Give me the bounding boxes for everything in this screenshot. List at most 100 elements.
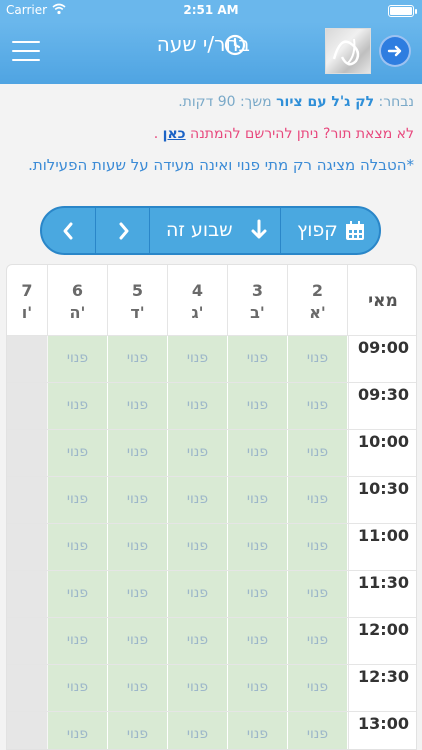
free-slot[interactable]: פנוי <box>48 383 108 430</box>
time-label: 11:30 <box>348 571 416 618</box>
time-label: 10:30 <box>348 477 416 524</box>
time-row: פנוי פנוי פנוי פנוי פנוי 11:30 <box>7 570 416 618</box>
time-row: פנוי פנוי פנוי פנוי פנוי 09:30 <box>7 382 416 430</box>
free-slot[interactable]: פנוי <box>288 477 348 524</box>
free-slot[interactable]: פנוי <box>48 571 108 618</box>
day-name: ה' <box>69 303 86 322</box>
unavailable-cell <box>7 665 48 712</box>
free-slot[interactable]: פנוי <box>288 524 348 571</box>
menu-icon[interactable] <box>12 41 40 63</box>
time-row: פנוי פנוי פנוי פנוי פנוי 10:00 <box>7 429 416 477</box>
free-slot[interactable]: פנוי <box>168 712 228 749</box>
free-slot[interactable]: פנוי <box>288 571 348 618</box>
waitlist-end: . <box>153 126 163 142</box>
day-number: 7 <box>21 281 33 300</box>
free-slot[interactable]: פנוי <box>108 524 168 571</box>
time-label: 13:00 <box>348 712 416 749</box>
previous-week-button[interactable] <box>42 208 95 253</box>
time-row: פנוי פנוי פנוי פנוי פנוי 11:00 <box>7 523 416 571</box>
unavailable-cell <box>7 618 48 665</box>
free-slot[interactable]: פנוי <box>168 383 228 430</box>
time-label: 12:00 <box>348 618 416 665</box>
free-slot[interactable]: פנוי <box>48 618 108 665</box>
free-slot[interactable]: פנוי <box>168 430 228 477</box>
free-slot[interactable]: פנוי <box>228 430 288 477</box>
arrow-down-icon <box>251 219 267 239</box>
day-number: 3 <box>251 281 264 300</box>
free-slot[interactable]: פנוי <box>168 571 228 618</box>
time-label: 09:30 <box>348 383 416 430</box>
free-slot[interactable]: פנוי <box>288 665 348 712</box>
free-slot[interactable]: פנוי <box>228 383 288 430</box>
free-slot[interactable]: פנוי <box>168 524 228 571</box>
free-slot[interactable]: פנוי <box>108 336 168 383</box>
day-name: ד' <box>130 303 145 322</box>
time-row: פנוי פנוי פנוי פנוי פנוי 12:30 <box>7 664 416 712</box>
this-week-button[interactable]: שבוע זה <box>149 208 280 253</box>
free-slot[interactable]: פנוי <box>288 712 348 749</box>
column-header-day-7: 7 ו' <box>7 265 48 335</box>
free-slot[interactable]: פנוי <box>228 524 288 571</box>
waitlist-text: לא מצאת תור? ניתן להירשם להמתנה <box>185 126 414 142</box>
free-slot[interactable]: פנוי <box>108 383 168 430</box>
free-slot[interactable]: פנוי <box>228 336 288 383</box>
unavailable-cell <box>7 571 48 618</box>
column-header-day-2: 2 א' <box>288 265 348 335</box>
free-slot[interactable]: פנוי <box>48 665 108 712</box>
free-slot[interactable]: פנוי <box>168 477 228 524</box>
free-slot[interactable]: פנוי <box>108 618 168 665</box>
time-label: 12:30 <box>348 665 416 712</box>
time-label: 10:00 <box>348 430 416 477</box>
free-slot[interactable]: פנוי <box>288 430 348 477</box>
chevron-left-icon <box>63 222 73 240</box>
free-slot[interactable]: פנוי <box>48 712 108 749</box>
business-logo-image <box>325 28 371 74</box>
duration-text: משך: 90 דקות. <box>178 94 277 110</box>
free-slot[interactable]: פנוי <box>108 430 168 477</box>
selected-prefix: נבחר: <box>374 94 414 110</box>
free-slot[interactable]: פנוי <box>228 665 288 712</box>
battery-icon <box>388 5 417 17</box>
time-label: 11:00 <box>348 524 416 571</box>
forward-arrow-button[interactable] <box>379 35 411 67</box>
free-slot[interactable]: פנוי <box>288 336 348 383</box>
next-week-button[interactable] <box>95 208 149 253</box>
column-header-day-4: 4 ג' <box>168 265 228 335</box>
free-slot[interactable]: פנוי <box>168 336 228 383</box>
unavailable-cell <box>7 336 48 383</box>
free-slot[interactable]: פנוי <box>288 383 348 430</box>
status-bar: Carrier 2:51 AM <box>0 0 422 22</box>
waitlist-link[interactable]: כאן <box>163 126 186 142</box>
free-slot[interactable]: פנוי <box>108 477 168 524</box>
free-slot[interactable]: פנוי <box>168 665 228 712</box>
month-header: מאי <box>348 265 416 335</box>
free-slot[interactable]: פנוי <box>228 712 288 749</box>
free-slot[interactable]: פנוי <box>48 430 108 477</box>
free-slot[interactable]: פנוי <box>228 571 288 618</box>
free-slot[interactable]: פנוי <box>108 665 168 712</box>
day-number: 6 <box>71 281 84 300</box>
day-name: ג' <box>191 303 204 322</box>
free-slot[interactable]: פנוי <box>228 618 288 665</box>
booking-info: נבחר: לק ג'ל עם ציור משך: 90 דקות. לא מצ… <box>0 88 422 178</box>
free-slot[interactable]: פנוי <box>108 712 168 749</box>
free-slot[interactable]: פנוי <box>288 618 348 665</box>
this-week-label: שבוע זה <box>166 219 233 241</box>
free-slot[interactable]: פנוי <box>48 477 108 524</box>
time-row: פנוי פנוי פנוי פנוי פנוי 09:00 <box>7 335 416 383</box>
selected-service-line: נבחר: לק ג'ל עם ציור משך: 90 דקות. <box>10 88 414 116</box>
jump-label: קפוץ <box>297 219 338 241</box>
free-slot[interactable]: פנוי <box>108 571 168 618</box>
day-number: 5 <box>131 281 144 300</box>
calendar-icon <box>346 221 364 240</box>
free-slot[interactable]: פנוי <box>48 336 108 383</box>
jump-to-date-button[interactable]: קפוץ <box>280 208 379 253</box>
free-slot[interactable]: פנוי <box>168 618 228 665</box>
unavailable-cell <box>7 430 48 477</box>
unavailable-cell <box>7 477 48 524</box>
day-name: ו' <box>21 303 33 322</box>
free-slot[interactable]: פנוי <box>228 477 288 524</box>
column-header-day-5: 5 ד' <box>108 265 168 335</box>
week-navigation-toolbar: שבוע זה קפוץ <box>40 206 381 255</box>
free-slot[interactable]: פנוי <box>48 524 108 571</box>
